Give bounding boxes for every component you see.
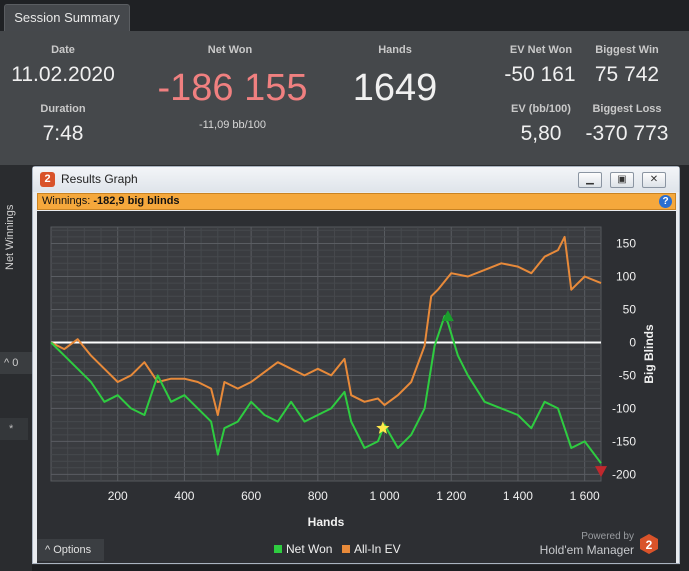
x-tick-label: 200 [108,489,128,503]
winnings-label: Winnings: [42,195,91,207]
y-tick-label: -150 [612,434,636,448]
x-tick-label: 400 [174,489,194,503]
minimize-icon[interactable]: ▁ [578,172,602,188]
star-tab[interactable]: * [0,418,28,440]
winnings-value: -182,9 big blinds [93,195,180,207]
hands-value: 1649 [352,67,438,109]
options-button[interactable]: ^ Options [37,539,104,561]
hands-label: Hands [378,44,412,56]
y-tick-label: -200 [612,467,636,481]
ev-net-won-value: -50 161 [504,63,576,86]
ev-bb100-label: EV (bb/100) [511,103,571,115]
results-graph-plot: 200 400 600 800 1 000 1 200 1 400 1 600 150 100 50… [37,211,676,563]
legend-label-all-in-ev: All-In EV [354,542,401,556]
y-tick-label: -50 [619,368,637,382]
duration-label: Duration [40,103,86,115]
biggest-loss-label: Biggest Loss [592,103,662,115]
restore-icon[interactable]: ▣ [610,172,634,188]
bottom-strip [32,565,680,571]
net-won-bb100: -11,09 bb/100 [198,119,267,131]
legend-swatch-all-in-ev [342,545,350,553]
powered-by-text: Powered by [581,531,634,542]
tab-strip: Session Summary [0,0,689,31]
y-tick-label: -100 [612,401,636,415]
results-graph-window: 2 Results Graph ▁ ▣ ✕ Winnings: -182,9 b… [32,166,680,564]
session-summary-panel: Date 11.02.2020 Duration 7:48 Net Won -1… [0,31,689,165]
biggest-win-label: Biggest Win [595,44,659,56]
net-won-value: -186 155 [157,67,308,109]
results-chart-svg: 200 400 600 800 1 000 1 200 1 400 1 600 150 100 50… [50,226,658,557]
net-won-label: Net Won [207,44,253,56]
y-tick-label: 100 [616,269,636,283]
x-tick-label: 1 200 [436,489,466,503]
hm2-brand-logo-text: 2 [646,538,653,552]
y-tick-label: 50 [623,302,637,316]
ev-bb100-value: 5,80 [520,122,562,145]
ev-net-won-label: EV Net Won [509,44,573,56]
biggest-loss-value: -370 773 [585,122,669,145]
close-icon[interactable]: ✕ [642,172,666,188]
x-tick-label: 1 600 [570,489,600,503]
hm2-logo-icon: 2 [40,172,55,187]
x-tick-label: 600 [241,489,261,503]
x-tick-label: 800 [308,489,328,503]
date-value: 11.02.2020 [11,63,115,86]
collapsed-panel-tab[interactable]: ^ 0 [0,352,32,374]
y-axis-title: Big Blinds [642,324,656,384]
date-label: Date [51,44,75,56]
net-winnings-vertical-label: Net Winnings [4,204,16,270]
duration-value: 7:48 [42,122,84,145]
legend-swatch-net-won [274,545,282,553]
winnings-info-bar: Winnings: -182,9 big blinds ? [37,193,676,210]
x-axis-title: Hands [308,515,345,529]
y-tick-label: 150 [616,236,636,250]
brand-name: Hold'em Manager [540,543,634,557]
tab-session-summary[interactable]: Session Summary [4,4,130,31]
help-icon[interactable]: ? [659,195,672,208]
plot-area [50,226,602,482]
x-tick-label: 1 400 [503,489,533,503]
y-tick-label: 0 [629,335,636,349]
right-panel [680,165,689,571]
window-title: Results Graph [61,172,138,186]
legend-label-net-won: Net Won [286,542,332,556]
biggest-win-value: 75 742 [594,63,660,86]
x-tick-label: 1 000 [370,489,400,503]
window-titlebar[interactable]: 2 Results Graph ▁ ▣ ✕ [33,167,679,192]
